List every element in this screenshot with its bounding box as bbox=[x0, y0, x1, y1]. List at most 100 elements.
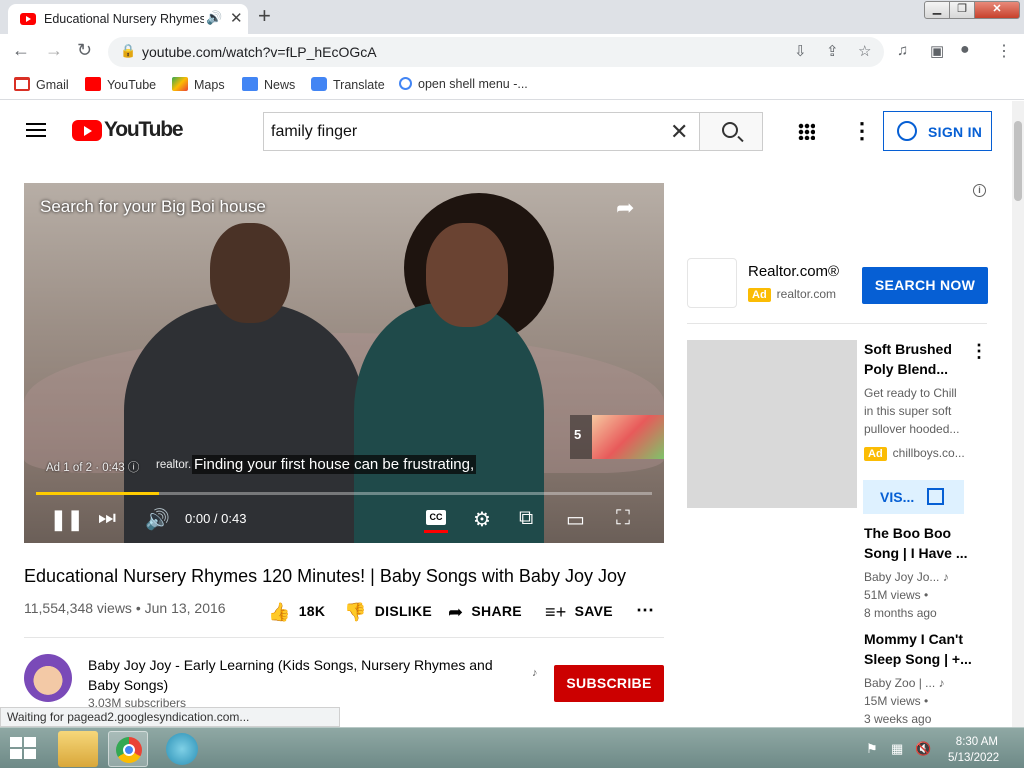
theater-mode-icon[interactable]: ▭ bbox=[566, 507, 585, 532]
ad2-more-icon[interactable]: ⋮ bbox=[970, 341, 988, 362]
address-bar[interactable]: 🔒 youtube.com/watch?v=fLP_hEcOGcA ⇩ ⇪ ☆ bbox=[108, 37, 884, 67]
bookmark-open-shell-menu[interactable]: open shell menu -... bbox=[399, 77, 528, 91]
volume-icon[interactable]: 🔊 bbox=[145, 507, 170, 532]
window-minimize-button[interactable]: ▁ bbox=[924, 1, 950, 19]
browser-toolbar: ← → ↻ 🔒 youtube.com/watch?v=fLP_hEcOGcA … bbox=[0, 34, 1024, 70]
profile-icon[interactable]: ● bbox=[960, 41, 970, 59]
new-tab-button[interactable]: + bbox=[258, 3, 271, 29]
youtube-logo-text[interactable]: YouTube bbox=[104, 118, 184, 142]
search-query[interactable]: family finger bbox=[271, 123, 357, 141]
chrome-taskbar-button[interactable] bbox=[108, 731, 148, 767]
related-video-title[interactable]: Mommy I Can't Sleep Song | +... bbox=[864, 629, 974, 669]
channel-name[interactable]: Baby Joy Joy - Early Learning (Kids Song… bbox=[88, 655, 528, 695]
bookmarks-bar: Gmail YouTube Maps News Translate open s… bbox=[0, 70, 1024, 100]
apps-grid-icon[interactable] bbox=[798, 123, 815, 140]
related-video-channel[interactable]: Baby Joy Jo... ♪ bbox=[864, 568, 974, 586]
video-views-date: 11,554,348 views • Jun 13, 2016 bbox=[24, 600, 226, 616]
bookmark-youtube[interactable]: YouTube bbox=[85, 77, 156, 92]
ad-info-label[interactable]: Ad 1 of 2 · 0:43 ⓘ bbox=[46, 459, 139, 475]
bookmark-translate[interactable]: Translate bbox=[311, 77, 385, 92]
related-video-channel[interactable]: Baby Zoo | ... ♪ bbox=[864, 674, 974, 692]
dislike-button[interactable]: 👎 DISLIKE bbox=[344, 602, 432, 623]
bookmark-star-icon[interactable]: ☆ bbox=[858, 42, 871, 60]
settings-more-icon[interactable]: ⋮ bbox=[851, 118, 873, 144]
scrollbar-thumb[interactable] bbox=[1014, 121, 1022, 201]
miniplayer-icon[interactable]: ⧉ bbox=[519, 507, 533, 530]
file-explorer-icon[interactable] bbox=[58, 731, 98, 767]
back-icon[interactable]: ← bbox=[12, 40, 30, 61]
visit-site-button[interactable]: VIS... bbox=[863, 480, 964, 514]
player-share-icon[interactable]: ➦ bbox=[616, 195, 634, 221]
ad-overlay-title[interactable]: Search for your Big Boi house bbox=[40, 197, 266, 217]
side-panel-icon[interactable]: ▣ bbox=[930, 42, 944, 60]
video-frame-person bbox=[210, 223, 290, 323]
forward-icon[interactable]: → bbox=[45, 40, 63, 61]
save-button[interactable]: ≡+ SAVE bbox=[545, 602, 613, 623]
ad-advertiser-link[interactable]: realtor. bbox=[156, 459, 191, 471]
pause-icon[interactable]: ❚❚ bbox=[50, 507, 84, 532]
search-icon bbox=[722, 122, 738, 138]
chrome-menu-icon[interactable]: ⋮ bbox=[996, 41, 1012, 61]
ad-card-title[interactable]: Realtor.com® bbox=[748, 263, 839, 280]
related-video-title[interactable]: The Boo Boo Song | I Have ... bbox=[864, 523, 974, 563]
window-close-button[interactable]: ✕ bbox=[974, 1, 1020, 19]
guide-menu-icon[interactable] bbox=[26, 123, 46, 137]
related-video-views: 15M views • bbox=[864, 694, 929, 708]
advertiser-logo[interactable] bbox=[687, 258, 737, 308]
browser-tab[interactable]: Educational Nursery Rhymes 120 Minutes! … bbox=[8, 4, 248, 34]
video-frame-person bbox=[426, 223, 508, 327]
tab-close-icon[interactable]: ✕ bbox=[230, 9, 243, 27]
subscribe-button[interactable]: SUBSCRIBE bbox=[554, 665, 664, 702]
gmail-icon bbox=[14, 77, 30, 91]
clear-search-icon[interactable]: ✕ bbox=[670, 119, 688, 145]
lock-icon[interactable]: 🔒 bbox=[120, 43, 136, 59]
sign-in-button[interactable]: SIGN IN bbox=[883, 111, 992, 151]
install-icon[interactable]: ⇩ bbox=[794, 42, 807, 60]
channel-avatar[interactable] bbox=[24, 654, 72, 702]
ad2-description: Get ready to Chill in this super soft pu… bbox=[864, 386, 960, 436]
share-button[interactable]: ➦ SHARE bbox=[448, 602, 522, 623]
progress-bar[interactable] bbox=[36, 492, 652, 495]
tray-volume-icon[interactable]: 🔇 bbox=[915, 741, 931, 757]
page-scrollbar[interactable] bbox=[1012, 101, 1024, 727]
account-icon bbox=[897, 121, 917, 141]
bookmark-news[interactable]: News bbox=[242, 77, 295, 92]
fullscreen-icon[interactable]: ⛶ bbox=[616, 507, 630, 530]
video-player[interactable]: Search for your Big Boi house ➦ Ad 1 of … bbox=[24, 183, 664, 543]
windows-start-icon[interactable] bbox=[10, 737, 38, 761]
search-button[interactable] bbox=[699, 112, 763, 151]
tab-audio-icon[interactable]: 🔊 bbox=[206, 10, 222, 26]
app-shell-icon[interactable] bbox=[166, 733, 198, 765]
sign-in-label: SIGN IN bbox=[928, 124, 983, 140]
ad-thumbnail[interactable] bbox=[687, 340, 857, 508]
reload-icon[interactable]: ↻ bbox=[77, 40, 92, 61]
bookmark-maps[interactable]: Maps bbox=[172, 77, 225, 92]
related-video-age: 8 months ago bbox=[864, 606, 937, 620]
visit-label: VIS... bbox=[880, 489, 915, 505]
youtube-logo-icon[interactable] bbox=[72, 120, 102, 141]
captions-active-indicator bbox=[424, 530, 448, 533]
divider bbox=[24, 637, 664, 638]
ad-badge: Ad bbox=[864, 447, 887, 461]
address-url[interactable]: youtube.com/watch?v=fLP_hEcOGcA bbox=[142, 44, 377, 60]
more-actions-icon[interactable]: ⋯ bbox=[636, 600, 654, 621]
tray-network-icon[interactable]: ▦ bbox=[891, 741, 903, 757]
progress-bar-fill bbox=[36, 492, 160, 495]
next-video-thumbnail bbox=[592, 415, 664, 459]
browser-tab-strip: Educational Nursery Rhymes 120 Minutes! … bbox=[0, 0, 1024, 34]
settings-gear-icon[interactable]: ⚙ bbox=[473, 507, 491, 532]
captions-icon[interactable]: CC bbox=[426, 510, 446, 525]
share-page-icon[interactable]: ⇪ bbox=[826, 42, 839, 60]
ad-skip-preview[interactable]: 5 bbox=[570, 415, 664, 459]
tray-clock[interactable]: 8:30 AM 5/13/2022 bbox=[948, 734, 999, 766]
ad-info-icon[interactable]: i bbox=[973, 184, 986, 197]
search-now-button[interactable]: SEARCH NOW bbox=[862, 267, 988, 304]
bookmark-gmail[interactable]: Gmail bbox=[14, 77, 69, 92]
media-control-icon[interactable]: ♫ bbox=[897, 42, 908, 59]
ad2-title[interactable]: Soft Brushed Poly Blend... bbox=[864, 339, 964, 379]
window-maximize-button[interactable]: ❐ bbox=[949, 1, 975, 19]
tray-flag-icon[interactable]: ⚑ bbox=[866, 741, 878, 757]
like-button[interactable]: 👍 18K bbox=[268, 602, 325, 623]
search-input[interactable]: family finger ✕ bbox=[263, 112, 699, 151]
next-icon[interactable]: ⏭ bbox=[98, 507, 116, 530]
